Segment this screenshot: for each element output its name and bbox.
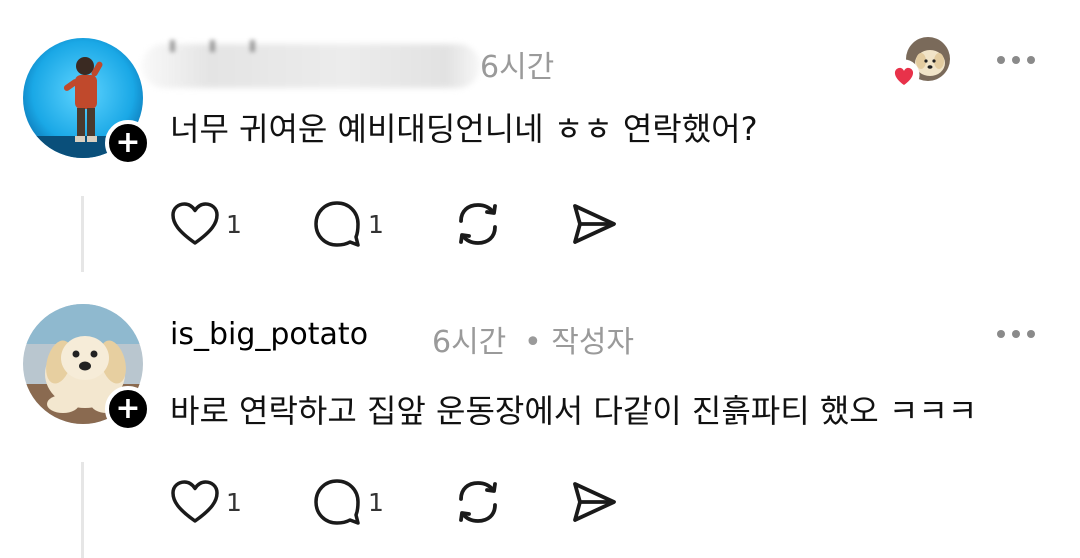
send-icon bbox=[573, 204, 616, 244]
repost-button[interactable] bbox=[452, 476, 504, 528]
repost-icon bbox=[459, 481, 497, 523]
comment-text: 너무 귀여운 예비대딩언니네 ㅎㅎ 연락했어? bbox=[170, 110, 758, 148]
send-icon bbox=[573, 482, 616, 522]
comment-item: + 6시간 너무 귀여운 예비대딩언니네 ㅎㅎ 연락했어? 1 1 bbox=[0, 0, 1080, 290]
share-button[interactable] bbox=[568, 198, 620, 250]
like-button[interactable]: 1 bbox=[170, 476, 242, 528]
reply-count: 1 bbox=[368, 209, 384, 239]
username[interactable]: is_big_potato bbox=[170, 317, 368, 352]
plus-icon: + bbox=[115, 391, 141, 426]
reply-button[interactable]: 1 bbox=[312, 476, 384, 528]
plus-icon: + bbox=[115, 125, 141, 160]
author-badge: • 작성자 bbox=[524, 325, 635, 360]
more-options-button[interactable] bbox=[997, 56, 1035, 64]
follow-plus-button[interactable]: + bbox=[105, 120, 151, 166]
comment-icon bbox=[314, 479, 360, 525]
reply-button[interactable]: 1 bbox=[312, 198, 384, 250]
repost-button[interactable] bbox=[452, 198, 504, 250]
like-button[interactable]: 1 bbox=[170, 198, 242, 250]
timestamp: 6시간 bbox=[480, 50, 555, 85]
like-count: 1 bbox=[226, 209, 242, 239]
comment-text: 바로 연락하고 집앞 운동장에서 다같이 진흙파티 했오 ㅋㅋㅋ bbox=[170, 392, 978, 430]
liked-by-author-heart-icon bbox=[888, 59, 920, 91]
follow-plus-button[interactable]: + bbox=[105, 386, 151, 432]
thread-line bbox=[81, 196, 84, 272]
timestamp: 6시간 bbox=[432, 325, 507, 360]
comment-icon bbox=[314, 201, 360, 247]
thread-line bbox=[81, 462, 84, 558]
more-options-button[interactable] bbox=[997, 330, 1035, 338]
more-icon bbox=[997, 330, 1005, 338]
repost-icon bbox=[459, 203, 497, 245]
reply-count: 1 bbox=[368, 487, 384, 517]
comment-item: + is_big_potato 6시간 • 작성자 바로 연락하고 집앞 운동장… bbox=[0, 290, 1080, 558]
more-icon bbox=[997, 56, 1005, 64]
blurred-username-ink bbox=[170, 40, 290, 52]
heart-icon bbox=[171, 480, 219, 523]
heart-icon bbox=[171, 202, 219, 245]
share-button[interactable] bbox=[568, 476, 620, 528]
like-count: 1 bbox=[226, 487, 242, 517]
